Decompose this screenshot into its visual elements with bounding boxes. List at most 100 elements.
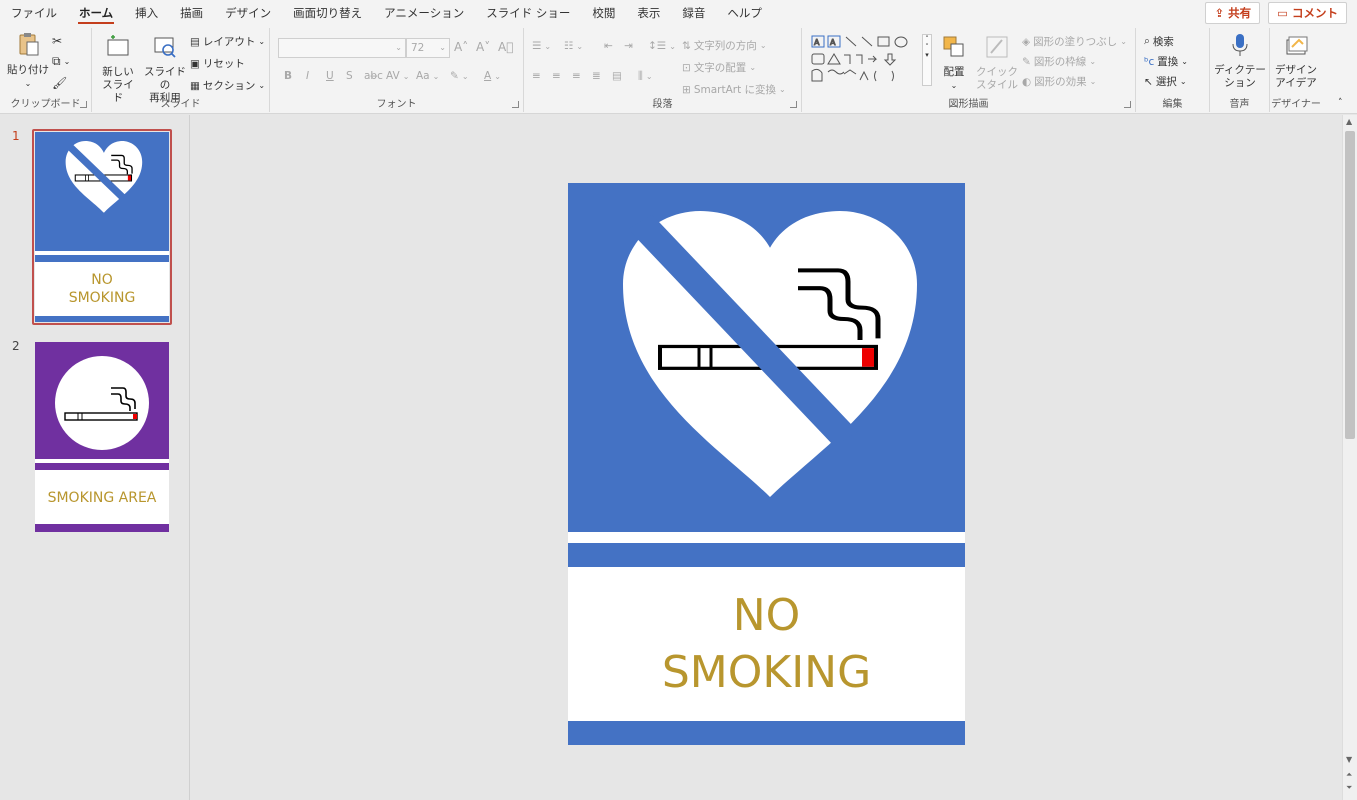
cut-button[interactable]: ✂ xyxy=(52,34,62,48)
scrollbar-thumb[interactable] xyxy=(1345,131,1355,439)
shadow-button[interactable]: S xyxy=(346,70,353,82)
shape-effects-button[interactable]: ◐ 図形の効果 ⌄ xyxy=(1022,74,1096,89)
layout-button[interactable]: ▤ レイアウト ⌄ xyxy=(190,34,265,49)
paragraph-launcher-icon[interactable] xyxy=(790,101,797,108)
find-button[interactable]: ⌕ 検索 xyxy=(1144,34,1174,49)
tab-animations[interactable]: アニメーション xyxy=(373,0,475,26)
reuse-slides-label-1: スライドの xyxy=(144,66,186,91)
tab-file[interactable]: ファイル xyxy=(0,0,68,26)
italic-button[interactable]: I xyxy=(306,70,309,82)
reset-button[interactable]: ▣ リセット xyxy=(190,56,245,71)
section-button[interactable]: ▦ セクション ⌄ xyxy=(190,78,265,93)
select-button[interactable]: ↖ 選択 ⌄ xyxy=(1144,74,1187,89)
align-text-button[interactable]: ⊡ 文字の配置 ⌄ xyxy=(682,60,756,75)
justify-button[interactable]: ≣ xyxy=(592,70,601,82)
current-slide[interactable]: NO SMOKING xyxy=(568,183,965,745)
numbering-button[interactable]: ☷ ⌄ xyxy=(564,40,583,52)
share-button[interactable]: ⇪ 共有 xyxy=(1205,2,1261,24)
tab-home[interactable]: ホーム xyxy=(68,0,124,26)
font-size-combo[interactable]: 72 ⌄ xyxy=(406,38,450,58)
columns-button[interactable]: ⫼ ⌄ xyxy=(638,70,653,83)
scroll-down-icon[interactable]: ▼ xyxy=(1346,755,1352,764)
chevron-down-icon: ⌄ xyxy=(494,71,501,81)
tab-slideshow[interactable]: スライド ショー xyxy=(475,0,581,26)
arrange-button[interactable]: 配置 ⌄ xyxy=(936,34,972,92)
decrease-indent-button[interactable]: ⇤ xyxy=(604,40,613,52)
paste-button[interactable]: 貼り付け ⌄ xyxy=(6,32,50,90)
replace-button[interactable]: ᵇc 置換 ⌄ xyxy=(1144,54,1188,69)
align-text-label: 文字の配置 xyxy=(693,62,747,74)
tab-insert[interactable]: 挿入 xyxy=(124,0,169,26)
quick-styles-button[interactable]: クイック スタイル xyxy=(974,34,1020,92)
font-name-combo[interactable]: ⌄ xyxy=(278,38,406,58)
scissors-icon: ✂ xyxy=(52,34,63,48)
clipboard-launcher-icon[interactable] xyxy=(80,101,87,108)
chevron-down-icon: ⌄ xyxy=(669,41,676,51)
tab-design[interactable]: デザイン xyxy=(214,0,282,26)
dictate-button[interactable]: ディクテー ション xyxy=(1214,32,1266,90)
dictate-label-2: ション xyxy=(1224,77,1256,89)
font-launcher-icon[interactable] xyxy=(512,101,519,108)
char-spacing-button[interactable]: AV ⌄ xyxy=(386,70,409,82)
tab-record[interactable]: 録音 xyxy=(671,0,716,26)
underline-button[interactable]: U xyxy=(326,70,334,82)
next-slide-icon[interactable]: ⏷ xyxy=(1346,783,1352,793)
shapes-gallery[interactable]: A A xyxy=(810,34,928,86)
scroll-up-icon[interactable]: ▲ xyxy=(1346,117,1352,126)
replace-icon: ᵇc xyxy=(1144,55,1155,68)
collapse-ribbon-button[interactable]: ˄ xyxy=(1338,98,1343,108)
change-case-button[interactable]: Aa ⌄ xyxy=(416,70,439,82)
font-color-icon: A xyxy=(484,70,492,82)
chevron-down-icon: ⌄ xyxy=(432,71,440,81)
align-center-button[interactable]: ≡ xyxy=(552,70,561,82)
arrange-label: 配置 xyxy=(943,66,965,78)
chevron-up-icon: ˄ xyxy=(1338,98,1343,108)
bullets-button[interactable]: ☰ ⌄ xyxy=(532,40,551,52)
shapes-scroll[interactable]: ˄ ˅ ▾ xyxy=(922,34,932,86)
chevron-down-icon: ⌄ xyxy=(576,41,584,51)
design-ideas-button[interactable]: デザイン アイデア xyxy=(1272,32,1320,90)
slide-thumbnail-2[interactable]: SMOKING AREA xyxy=(35,342,169,532)
font-shrink-button[interactable]: A˅ xyxy=(476,40,490,54)
copy-button[interactable]: ⧉ ⌄ xyxy=(52,54,70,69)
vertical-scrollbar[interactable]: ▲ ▼ ⏶ ⏷ xyxy=(1342,115,1357,800)
strikethrough-button[interactable]: ab̶c xyxy=(364,70,383,82)
bold-button[interactable]: B xyxy=(284,70,292,82)
text-direction-button[interactable]: ⇅ 文字列の方向 ⌄ xyxy=(682,38,767,53)
drawing-launcher-icon[interactable] xyxy=(1124,101,1131,108)
slide-thumbnail-1[interactable]: NO SMOKING AREA SMOKING xyxy=(35,132,169,322)
quick-styles-icon xyxy=(986,36,1008,58)
increase-indent-button[interactable]: ⇥ xyxy=(624,40,633,52)
slide-title-line2[interactable]: SMOKING xyxy=(568,646,965,700)
tab-help[interactable]: ヘルプ xyxy=(716,0,773,26)
thumb-1-title-line1: NO xyxy=(91,272,113,288)
align-left-button[interactable]: ≡ xyxy=(532,70,541,82)
shape-fill-label: 図形の塗りつぶし xyxy=(1033,36,1118,48)
format-painter-button[interactable]: 🖌 xyxy=(52,76,67,90)
font-color-button[interactable]: A ⌄ xyxy=(484,70,501,82)
no-smoking-heart-icon[interactable] xyxy=(568,183,965,531)
font-grow-button[interactable]: A˄ xyxy=(454,40,468,54)
svg-text:A: A xyxy=(830,38,836,47)
distributed-button[interactable]: ▤ xyxy=(612,70,622,82)
tab-transitions[interactable]: 画面切り替え xyxy=(282,0,373,26)
clipboard-group-label: クリップボード xyxy=(10,99,81,110)
previous-slide-icon[interactable]: ⏶ xyxy=(1346,770,1352,780)
comment-button[interactable]: ▭ コメント xyxy=(1268,2,1347,24)
tab-view[interactable]: 表示 xyxy=(626,0,671,26)
slide-title-line1[interactable]: NO xyxy=(568,589,965,643)
group-paragraph: ☰ ⌄ ☷ ⌄ ⇤ ⇥ ↕☰ ⌄ ⇅ 文字列の方向 ⌄ ⊡ 文字の配置 ⌄ ⊞ SmartArt… xyxy=(524,28,802,112)
layout-icon: ▤ xyxy=(190,35,200,48)
shape-outline-button[interactable]: ✎ 図形の枠線 ⌄ xyxy=(1022,54,1096,69)
align-right-button[interactable]: ≡ xyxy=(572,70,581,82)
line-spacing-button[interactable]: ↕☰ ⌄ xyxy=(648,40,676,52)
group-editing: ⌕ 検索 ᵇc 置換 ⌄ ↖ 選択 ⌄ 編集 xyxy=(1136,28,1210,112)
tab-draw[interactable]: 描画 xyxy=(169,0,214,26)
font-shrink-icon: A˅ xyxy=(476,40,491,54)
highlight-button[interactable]: ✎ ⌄ xyxy=(450,70,469,82)
shape-fill-button[interactable]: ◈ 図形の塗りつぶし ⌄ xyxy=(1022,34,1127,49)
brush-icon: 🖌 xyxy=(52,76,68,90)
paint-bucket-icon: ◈ xyxy=(1022,35,1031,48)
tab-review[interactable]: 校閲 xyxy=(581,0,626,26)
clear-format-button[interactable]: A⃠ xyxy=(498,40,513,54)
